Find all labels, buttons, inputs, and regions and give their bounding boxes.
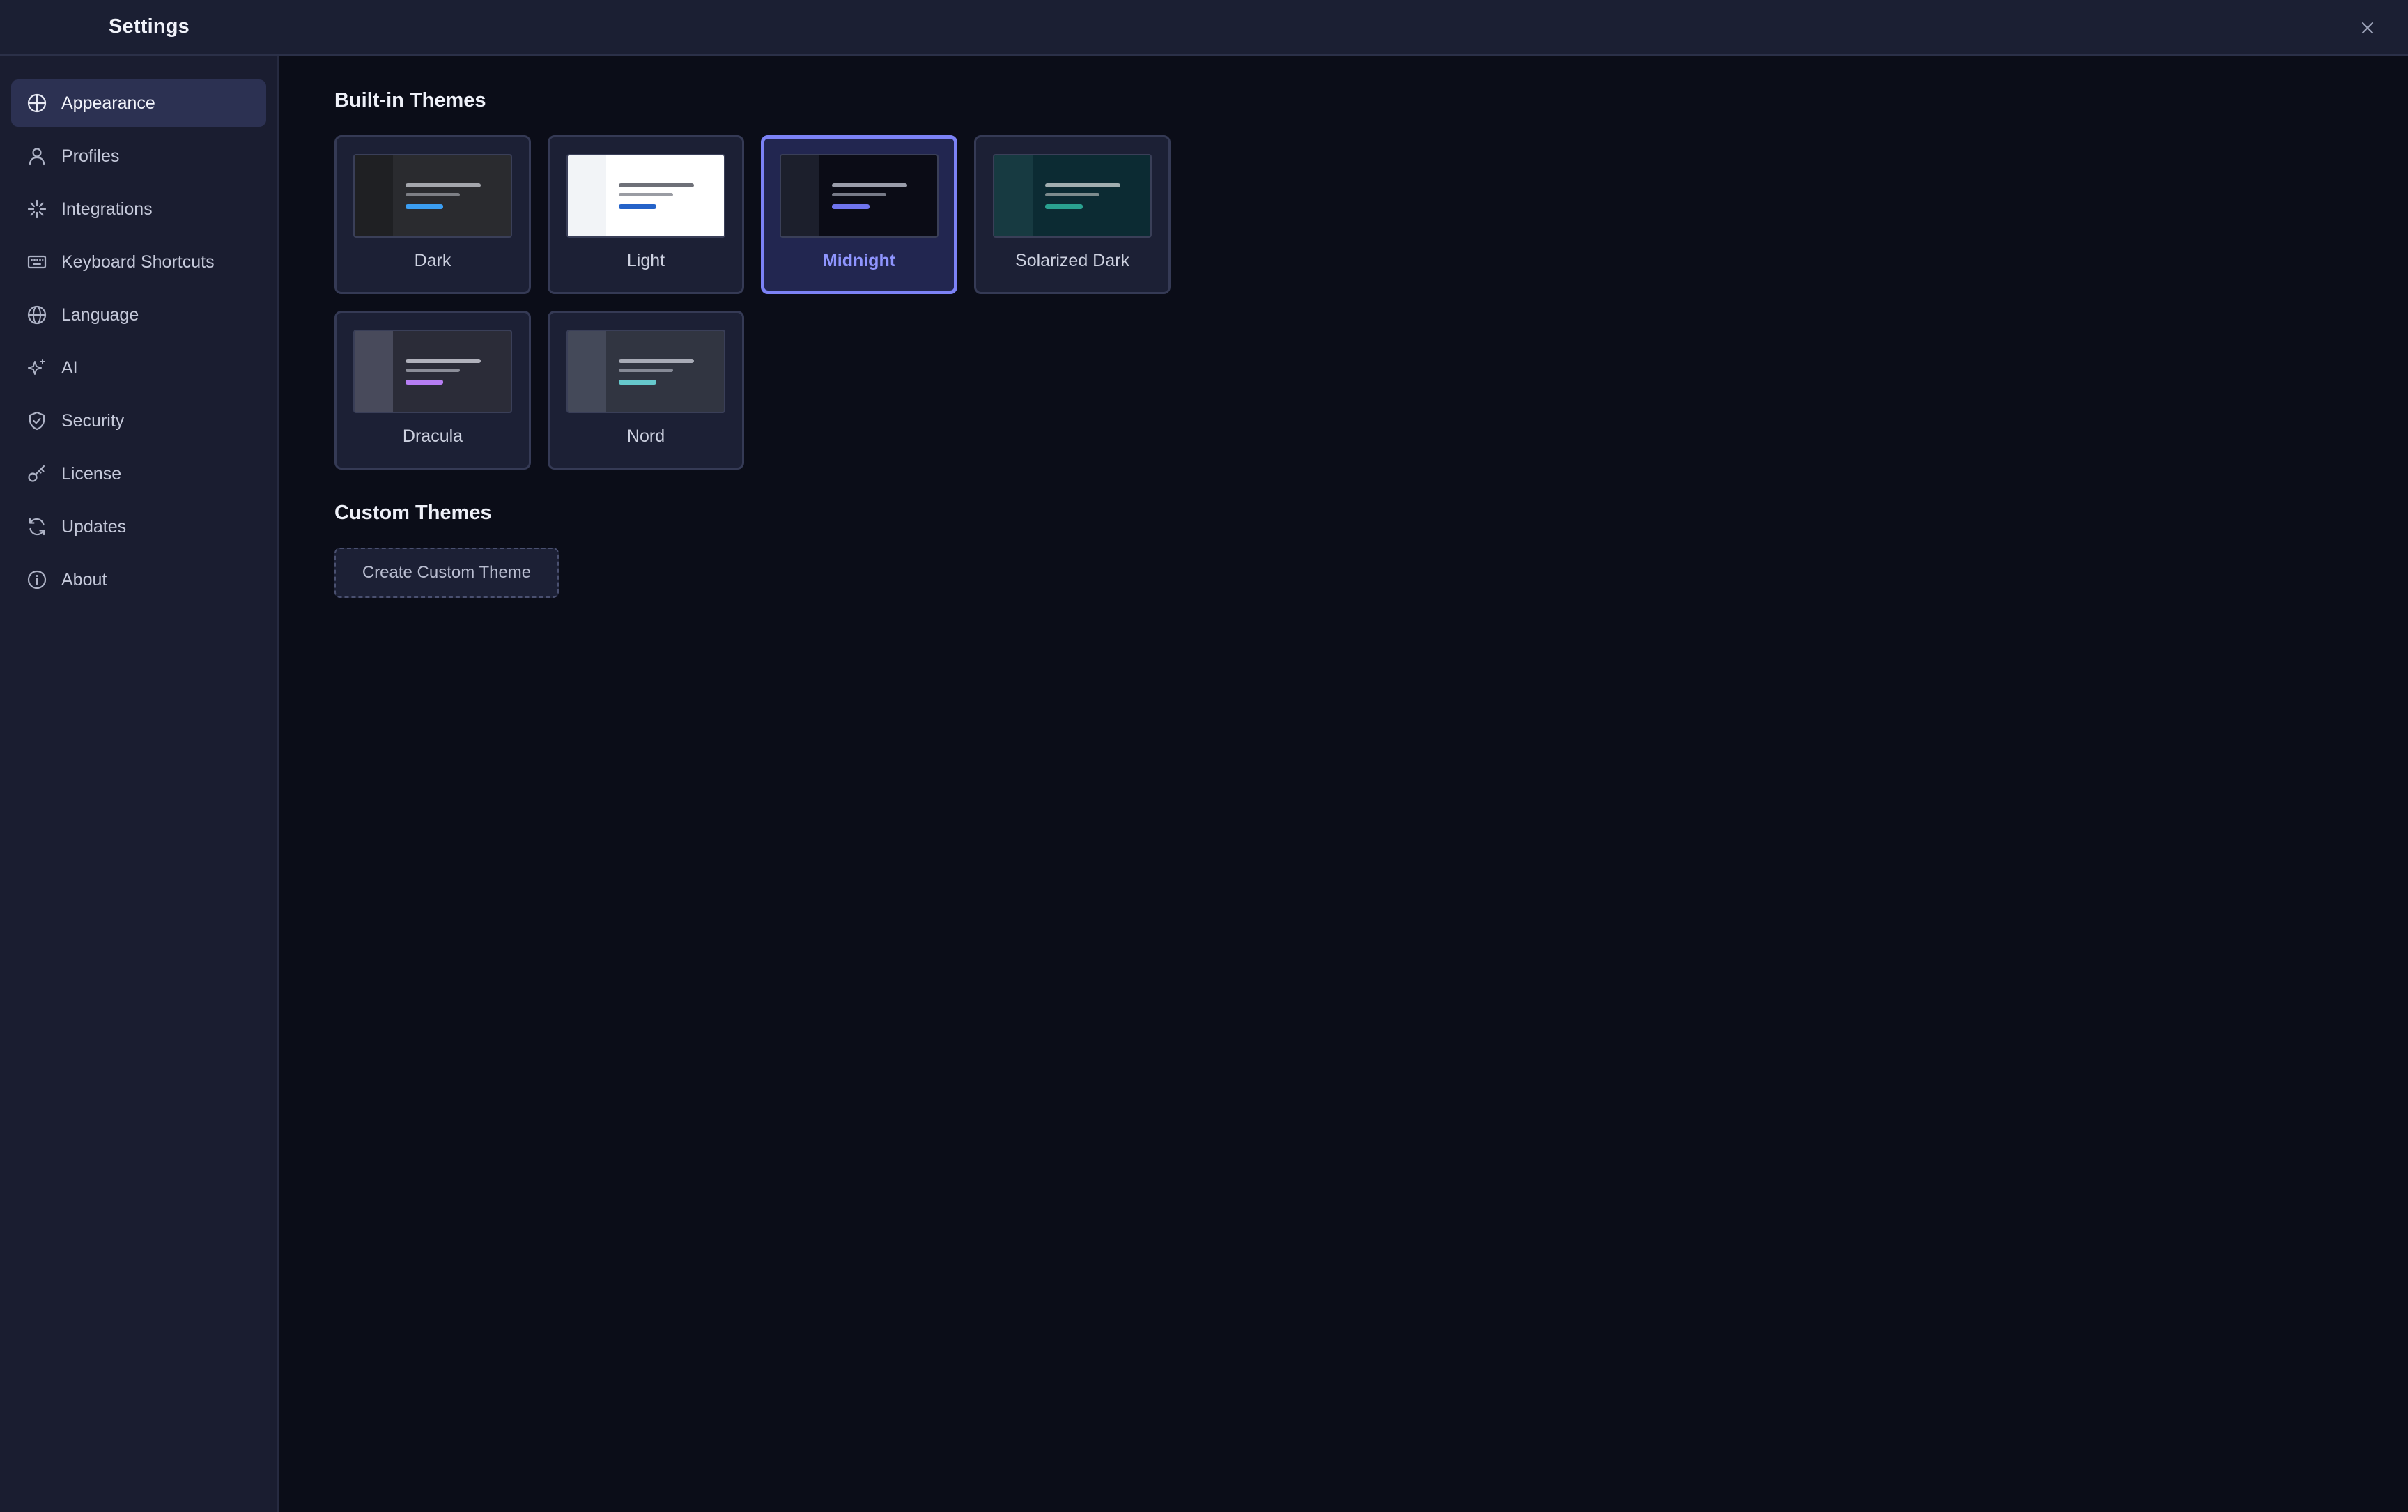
sidebar: Appearance Profiles Integrations Keyboar…: [0, 56, 279, 1512]
key-icon: [26, 463, 47, 484]
sidebar-item-language[interactable]: Language: [11, 291, 266, 339]
shield-icon: [26, 410, 47, 431]
sidebar-item-label: Profiles: [61, 146, 120, 166]
sidebar-item-appearance[interactable]: Appearance: [11, 79, 266, 127]
sidebar-item-ai[interactable]: AI: [11, 344, 266, 392]
sidebar-item-label: About: [61, 570, 107, 589]
theme-preview: [353, 330, 512, 413]
refresh-icon: [26, 516, 47, 537]
close-icon: [2361, 22, 2374, 34]
sidebar-item-label: Keyboard Shortcuts: [61, 252, 215, 272]
create-custom-theme-button[interactable]: Create Custom Theme: [334, 548, 559, 598]
theme-card-solarized-dark[interactable]: Solarized Dark: [974, 135, 1171, 294]
builtin-themes-heading: Built-in Themes: [334, 89, 486, 111]
theme-preview: [566, 154, 725, 238]
sidebar-item-keyboard-shortcuts[interactable]: Keyboard Shortcuts: [11, 238, 266, 286]
globe-icon: [26, 304, 47, 325]
sparkle-burst-icon: [26, 199, 47, 219]
keyboard-icon: [26, 252, 47, 272]
theme-preview: [566, 330, 725, 413]
sidebar-item-label: Security: [61, 411, 125, 431]
sidebar-item-license[interactable]: License: [11, 450, 266, 497]
sidebar-item-updates[interactable]: Updates: [11, 503, 266, 550]
theme-card-label: Nord: [626, 426, 665, 446]
sidebar-item-label: Appearance: [61, 93, 155, 113]
window-title: Settings: [109, 15, 190, 38]
theme-card-light[interactable]: Light: [548, 135, 744, 294]
theme-card-label: Dracula: [402, 426, 463, 446]
sidebar-item-label: Language: [61, 305, 139, 325]
user-icon: [26, 146, 47, 167]
palette-icon: [26, 93, 47, 114]
sidebar-item-label: Updates: [61, 517, 127, 537]
title-bar: Settings: [0, 0, 2408, 56]
sidebar-item-label: Integrations: [61, 199, 153, 219]
theme-card-label: Light: [626, 251, 665, 270]
main-panel: Built-in Themes Dark Light Midnight Sola…: [279, 56, 2408, 1512]
info-icon: [26, 569, 47, 590]
settings-window: Settings Appearance Profiles Integration…: [0, 0, 2408, 1512]
theme-card-label: Solarized Dark: [1015, 251, 1129, 270]
sidebar-item-about[interactable]: About: [11, 556, 266, 603]
sidebar-item-security[interactable]: Security: [11, 397, 266, 445]
sidebar-item-profiles[interactable]: Profiles: [11, 132, 266, 180]
sidebar-item-integrations[interactable]: Integrations: [11, 185, 266, 233]
theme-preview: [993, 154, 1152, 238]
theme-card-nord[interactable]: Nord: [548, 311, 744, 470]
theme-preview: [780, 154, 939, 238]
sidebar-item-label: AI: [61, 358, 78, 378]
theme-preview: [353, 154, 512, 238]
sidebar-item-label: License: [61, 464, 122, 484]
ai-sparkles-icon: [26, 357, 47, 378]
theme-card-dark[interactable]: Dark: [334, 135, 531, 294]
custom-themes-heading: Custom Themes: [334, 502, 492, 524]
theme-card-label: Midnight: [822, 251, 896, 270]
close-button[interactable]: [2355, 15, 2380, 40]
theme-card-midnight[interactable]: Midnight: [761, 135, 957, 294]
theme-card-dracula[interactable]: Dracula: [334, 311, 531, 470]
theme-card-label: Dark: [414, 251, 452, 270]
